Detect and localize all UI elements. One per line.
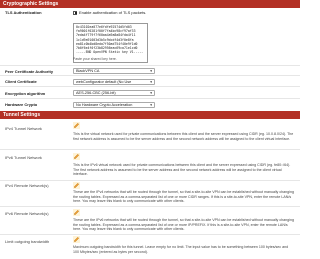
bandwidth-help: Maximum outgoing bandwidth for this tunn… xyxy=(73,245,289,254)
ipv4-tunnel-label: IPv4 Tunnel Network xyxy=(5,126,42,131)
ipv4-remote-label: IPv4 Remote Network(s) xyxy=(5,183,49,188)
client-cert-select[interactable]: webConfigurator default (No Use ▾ xyxy=(73,78,155,85)
tls-key-line: 7eda4f779f7f60aa4a9a8a84fda4f11 xyxy=(76,33,136,38)
pencil-icon[interactable] xyxy=(73,153,80,160)
chevron-down-icon: ▾ xyxy=(150,69,152,73)
ipv4-tunnel-row: IPv4 Tunnel Network This is the virtual … xyxy=(0,119,300,150)
pencil-icon[interactable] xyxy=(73,182,80,189)
client-cert-value: webConfigurator default (No Use xyxy=(76,79,132,84)
peer-ca-select[interactable]: BlackVPN CA ▾ xyxy=(73,68,155,74)
client-cert-label: Client Certificate xyxy=(5,79,37,84)
hw-crypto-value: No Hardware Crypto Acceleration xyxy=(76,102,133,107)
ipv6-remote-label: IPv6 Remote Network(s) xyxy=(5,211,49,216)
tls-auth-row: TLS Authentication Enable authentication… xyxy=(0,8,300,66)
peer-ca-row: Peer Certificate Authority BlackVPN CA ▾ xyxy=(0,66,300,76)
encryption-label: Encryption algorithm xyxy=(5,90,46,96)
tls-auth-checkbox-label: Enable authentication of TLS packets. xyxy=(79,10,147,15)
ipv6-remote-row: IPv6 Remote Network(s) These are the IPv… xyxy=(0,207,300,235)
bandwidth-row: Limit outgoing bandwidth Maximum outgoin… xyxy=(0,235,300,259)
chevron-down-icon: ▾ xyxy=(150,91,152,95)
chevron-down-icon: ▾ xyxy=(150,102,152,107)
client-cert-row: Client Certificate webConfigurator defau… xyxy=(0,76,300,87)
hw-crypto-select[interactable]: No Hardware Crypto Acceleration ▾ xyxy=(73,101,155,108)
ipv6-tunnel-help: This is the IPv6 virtual network used fo… xyxy=(73,163,291,176)
ipv6-tunnel-label: IPv6 Tunnel Network xyxy=(5,155,42,160)
crypto-settings-heading: Cryptographic Settings xyxy=(0,0,300,8)
hw-crypto-row: Hardware Crypto No Hardware Crypto Accel… xyxy=(0,99,300,111)
encryption-select[interactable]: AES-256-CBC (256-bit) ▾ xyxy=(73,90,155,96)
pencil-icon[interactable] xyxy=(73,209,80,216)
ipv6-tunnel-row: IPv6 Tunnel Network This is the IPv6 vir… xyxy=(0,150,300,181)
peer-ca-label: Peer Certificate Authority xyxy=(5,68,54,74)
encryption-value: AES-256-CBC (256-bit) xyxy=(76,91,116,95)
pencil-icon[interactable] xyxy=(73,122,80,129)
encryption-row: Encryption algorithm AES-256-CBC (256-bi… xyxy=(0,87,300,99)
ipv4-tunnel-help: This is the virtual network used for pri… xyxy=(73,132,294,141)
pencil-icon[interactable] xyxy=(73,236,80,243)
tunnel-settings-heading: Tunnel Settings xyxy=(0,111,300,119)
tls-key-line: -----END OpenVPN Static key V1----- xyxy=(76,50,144,55)
chevron-down-icon: ▾ xyxy=(150,79,152,84)
tls-auth-label: TLS Authentication xyxy=(5,10,42,15)
tls-key-help: Paste your shared key here. xyxy=(73,57,117,61)
tls-auth-checkbox[interactable] xyxy=(73,10,77,15)
peer-ca-value: BlackVPN CA xyxy=(76,69,100,73)
ipv4-remote-help: These are the IPv4 networks that will be… xyxy=(73,190,294,203)
hw-crypto-label: Hardware Crypto xyxy=(5,102,38,107)
bandwidth-label: Limit outgoing bandwidth xyxy=(5,239,50,244)
ipv4-remote-row: IPv4 Remote Network(s) These are the IPv… xyxy=(0,181,300,207)
ipv6-remote-help: These are the IPv6 networks that will be… xyxy=(73,218,294,231)
